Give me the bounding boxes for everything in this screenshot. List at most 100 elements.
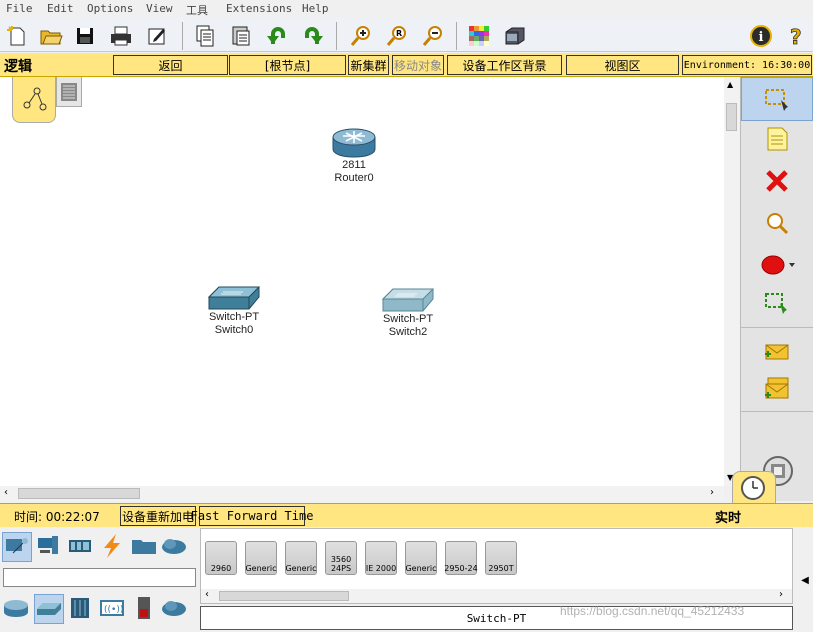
category-end-devices[interactable] — [34, 532, 64, 562]
device-category-panel: ((•)) — [0, 528, 198, 632]
new-cluster-button[interactable]: 新集群 — [348, 55, 389, 75]
info-icon[interactable]: i — [748, 23, 774, 49]
menu-options[interactable]: Options — [87, 2, 133, 15]
subcategory-wan-emulation[interactable] — [160, 594, 190, 624]
switch0-node[interactable]: Switch-PT Switch0 — [202, 285, 266, 337]
move-object-button[interactable]: 移动对象 — [392, 55, 444, 75]
custom-device-icon[interactable] — [502, 23, 528, 49]
switch2-node[interactable]: Switch-PT Switch2 — [376, 287, 440, 339]
device-model-label: 3560 24PS — [330, 555, 352, 573]
subcategory-switches[interactable] — [34, 594, 64, 624]
device-list-scroll-thumb[interactable] — [219, 591, 349, 601]
category-multiuser[interactable] — [160, 532, 190, 562]
resize-tool-button[interactable] — [741, 281, 813, 325]
scroll-left-icon[interactable]: ‹ — [205, 589, 209, 600]
subcategory-security[interactable] — [130, 594, 160, 624]
device-search-input[interactable] — [3, 568, 196, 587]
scroll-right-icon[interactable]: › — [779, 589, 783, 600]
menu-help[interactable]: Help — [302, 2, 329, 15]
category-network-devices[interactable] — [2, 532, 32, 562]
print-icon[interactable] — [108, 23, 134, 49]
palette-icon[interactable] — [466, 23, 492, 49]
node-model-label: 2811 — [342, 159, 366, 171]
firewall-icon — [138, 597, 150, 619]
subcategory-wireless[interactable]: ((•)) — [98, 594, 128, 624]
delete-tool-button[interactable] — [741, 159, 813, 203]
selected-device-type: Switch-PT — [200, 606, 793, 630]
root-node-label[interactable]: [根节点] — [229, 55, 346, 75]
menu-view[interactable]: View — [146, 2, 173, 15]
delete-icon — [766, 170, 788, 192]
simulation-status-bar: 时间: 00:22:07 设备重新加电 Fast Forward Time 实时 — [0, 503, 813, 527]
vertical-scroll-thumb[interactable] — [726, 103, 737, 131]
note-tool-button[interactable] — [741, 117, 813, 161]
subcategory-routers[interactable] — [2, 594, 32, 624]
new-file-icon[interactable] — [4, 23, 30, 49]
zoom-reset-icon[interactable]: R — [384, 23, 410, 49]
device-model-label: 2950T — [488, 564, 514, 573]
logical-tab[interactable] — [12, 77, 56, 123]
device-list-scrollbar[interactable]: ‹ › — [201, 589, 792, 603]
physical-tab[interactable] — [56, 77, 82, 107]
select-tool-button[interactable] — [741, 77, 813, 121]
inspect-tool-button[interactable] — [741, 201, 813, 245]
menu-edit[interactable]: Edit — [47, 2, 74, 15]
device-model-label: IE 2000 — [365, 564, 397, 573]
network-devices-icon — [6, 538, 28, 554]
router-icon — [4, 600, 28, 617]
open-folder-icon[interactable] — [38, 23, 64, 49]
device-model-label: Generic — [405, 564, 437, 573]
back-button[interactable]: 返回 — [113, 55, 228, 75]
add-complex-pdu-button[interactable] — [741, 367, 813, 411]
svg-text:i: i — [759, 30, 764, 45]
device-model-generic[interactable]: Generic — [285, 541, 317, 575]
stopwatch-icon — [741, 476, 765, 500]
menu-tools[interactable]: 工具 — [186, 2, 208, 18]
logical-workspace-canvas[interactable]: 2811 Router0 Switch-PT Switch0 Switch-PT… — [0, 77, 724, 487]
device-model-2950t[interactable]: 2950T — [485, 541, 517, 575]
canvas-horizontal-scrollbar[interactable]: ‹ › — [0, 486, 724, 501]
realtime-tab[interactable] — [732, 471, 776, 503]
device-model-label: Generic — [245, 564, 277, 573]
scroll-left-icon[interactable]: ‹ — [4, 487, 8, 498]
paste-icon[interactable] — [228, 23, 254, 49]
switch-icon — [207, 286, 261, 310]
zoom-out-icon[interactable] — [420, 23, 446, 49]
common-tools-panel — [740, 77, 813, 501]
device-model-3560[interactable]: 3560 24PS — [325, 541, 357, 575]
help-icon[interactable]: ? — [784, 23, 810, 49]
menu-extensions[interactable]: Extensions — [226, 2, 292, 15]
save-icon[interactable] — [72, 23, 98, 49]
select-icon — [765, 89, 788, 111]
copy-icon[interactable] — [192, 23, 218, 49]
device-model-ie2000[interactable]: IE 2000 — [365, 541, 397, 575]
canvas-vertical-scrollbar[interactable]: ▲ ▼ — [724, 77, 739, 487]
viewport-button[interactable]: 视图区 — [566, 55, 679, 75]
category-components[interactable] — [66, 532, 96, 562]
redo-icon[interactable] — [300, 23, 326, 49]
zoom-in-icon[interactable] — [348, 23, 374, 49]
scroll-up-icon[interactable]: ▲ — [727, 80, 733, 89]
device-model-2960[interactable]: 2960 — [205, 541, 237, 575]
router0-node[interactable]: 2811 Router0 — [324, 127, 384, 185]
horizontal-scroll-thumb[interactable] — [18, 488, 140, 499]
environment-time[interactable]: Environment: 16:30:00 — [682, 55, 812, 75]
fast-forward-button[interactable]: Fast Forward Time — [191, 506, 313, 526]
category-misc[interactable] — [130, 532, 160, 562]
power-cycle-button[interactable]: 设备重新加电 — [120, 506, 196, 526]
device-model-generic[interactable]: Generic — [245, 541, 277, 575]
device-model-generic[interactable]: Generic — [405, 541, 437, 575]
folder-icon — [132, 540, 156, 554]
set-background-button[interactable]: 设备工作区背景 — [447, 55, 562, 75]
svg-text:((•)): ((•)) — [104, 605, 123, 615]
collapse-panel-icon[interactable]: ◀ — [797, 528, 813, 632]
main-toolbar: R i ? — [0, 18, 813, 52]
activity-wizard-icon[interactable] — [144, 23, 170, 49]
menu-file[interactable]: File — [6, 2, 33, 15]
scroll-right-icon[interactable]: › — [710, 487, 714, 498]
undo-icon[interactable] — [264, 23, 290, 49]
device-model-label: 2960 — [210, 564, 232, 573]
category-connections[interactable] — [98, 532, 128, 562]
device-model-2950-24[interactable]: 2950-24 — [444, 541, 478, 575]
subcategory-hubs[interactable] — [66, 594, 96, 624]
